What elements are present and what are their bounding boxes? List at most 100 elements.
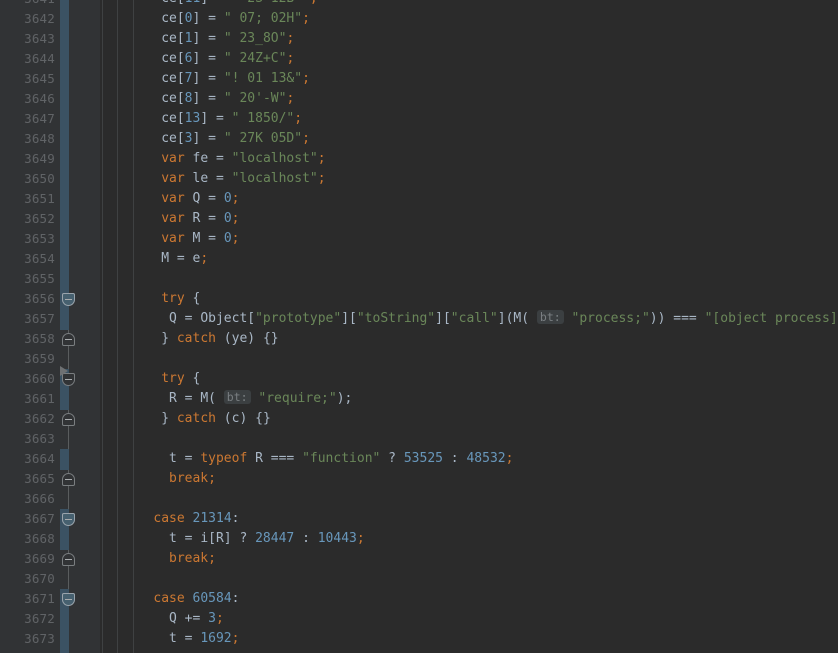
- line-number[interactable]: 3661: [0, 389, 55, 409]
- code-token-semi: ;: [317, 171, 326, 186]
- code-token-op: ===: [673, 311, 705, 326]
- line-number[interactable]: 3652: [0, 209, 55, 229]
- code-line[interactable]: var R = 0;: [161, 209, 239, 229]
- fold-toggle-icon[interactable]: [62, 553, 75, 566]
- code-token-num: 3: [208, 611, 216, 626]
- code-line[interactable]: ce[0] = " 07; 02H";: [161, 9, 310, 29]
- code-line[interactable]: t = 1692;: [169, 629, 239, 649]
- editor-gutter[interactable]: 3641364236433644364536463647364836493650…: [0, 0, 100, 653]
- line-number[interactable]: 3649: [0, 149, 55, 169]
- code-line[interactable]: var Q = 0;: [161, 189, 239, 209]
- code-line[interactable]: ce[1] = " 23_8O";: [161, 29, 294, 49]
- code-line[interactable]: M = e;: [161, 249, 208, 269]
- code-token-punct: ]: [435, 311, 443, 326]
- line-number[interactable]: 3654: [0, 249, 55, 269]
- line-number[interactable]: 3655: [0, 269, 55, 289]
- code-token-kw: var: [161, 151, 185, 166]
- code-line[interactable]: ce[11] = " 2S 12B ";: [161, 0, 318, 9]
- code-line[interactable]: var fe = "localhost";: [161, 149, 325, 169]
- fold-toggle-icon[interactable]: [62, 473, 75, 486]
- fold-toggle-icon[interactable]: [62, 513, 75, 526]
- line-number[interactable]: 3658: [0, 329, 55, 349]
- code-line[interactable]: Q += 3;: [169, 609, 224, 629]
- code-line[interactable]: R = M( bt: "require;");: [169, 389, 352, 409]
- code-text-area[interactable]: ce[11] = " 2S 12B ";ce[0] = " 07; 02H";c…: [100, 0, 838, 653]
- line-number[interactable]: 3648: [0, 129, 55, 149]
- fold-toggle-icon[interactable]: [62, 293, 75, 306]
- code-folding-strip[interactable]: [55, 0, 81, 653]
- code-editor[interactable]: 3641364236433644364536463647364836493650…: [0, 0, 838, 653]
- code-token-kw: var: [161, 171, 185, 186]
- code-line[interactable]: ce[13] = " 1850/";: [161, 109, 302, 129]
- code-line[interactable]: t = typeof R === "function" ? 53525 : 48…: [169, 449, 513, 469]
- code-token-punct: [: [247, 311, 256, 326]
- line-number[interactable]: 3670: [0, 569, 55, 589]
- code-token-op: =: [200, 131, 224, 146]
- code-token-str: " 2S 12B ": [232, 0, 310, 6]
- line-number[interactable]: 3669: [0, 549, 55, 569]
- line-number[interactable]: 3646: [0, 89, 55, 109]
- indent-guide: [133, 0, 134, 653]
- line-number[interactable]: 3650: [0, 169, 55, 189]
- code-token-ident: t: [169, 631, 185, 646]
- line-number[interactable]: 3651: [0, 189, 55, 209]
- code-line[interactable]: break;: [169, 469, 216, 489]
- code-line[interactable]: try {: [161, 289, 200, 309]
- line-number[interactable]: 3659: [0, 349, 55, 369]
- line-number[interactable]: 3656: [0, 289, 55, 309]
- code-line[interactable]: ce[6] = " 24Z+C";: [161, 49, 294, 69]
- code-line[interactable]: t = i[R] ? 28447 : 10443;: [169, 529, 365, 549]
- fold-region-highlight[interactable]: [60, 0, 69, 290]
- code-token-semi: ;: [231, 191, 240, 206]
- fold-toggle-icon[interactable]: [62, 413, 75, 426]
- code-line[interactable]: ce[8] = " 20'-W";: [161, 89, 294, 109]
- line-number[interactable]: 3665: [0, 469, 55, 489]
- code-line[interactable]: } catch (ye) {}: [161, 329, 278, 349]
- code-line[interactable]: } catch (c) {}: [161, 409, 271, 429]
- line-number[interactable]: 3643: [0, 29, 55, 49]
- code-line[interactable]: Q = Object["prototype"]["toString"]["cal…: [169, 309, 838, 329]
- code-line[interactable]: var le = "localhost";: [161, 169, 325, 189]
- code-line[interactable]: var M = 0;: [161, 229, 239, 249]
- code-token-str: "localhost": [231, 151, 318, 166]
- inlay-parameter-hint[interactable]: bt:: [223, 390, 251, 404]
- code-line[interactable]: case 60584:: [153, 589, 239, 609]
- line-number[interactable]: 3667: [0, 509, 55, 529]
- code-token-semi: ;: [231, 631, 240, 646]
- code-token-op: =: [200, 31, 224, 46]
- code-line[interactable]: try {: [161, 369, 200, 389]
- line-number[interactable]: 3666: [0, 489, 55, 509]
- code-token-punct: }: [161, 331, 177, 346]
- code-line[interactable]: case 21314:: [153, 509, 239, 529]
- code-token-semi: ;: [286, 51, 295, 66]
- line-number[interactable]: 3657: [0, 309, 55, 329]
- line-number[interactable]: 3662: [0, 409, 55, 429]
- line-number[interactable]: 3664: [0, 449, 55, 469]
- code-token-ident: ce: [161, 111, 177, 126]
- code-token-str: " 1850/": [231, 111, 295, 126]
- line-number[interactable]: 3660: [0, 369, 55, 389]
- code-line[interactable]: ce[3] = " 27K 05D";: [161, 129, 310, 149]
- code-line[interactable]: break;: [169, 549, 216, 569]
- line-number[interactable]: 3671: [0, 589, 55, 609]
- line-number[interactable]: 3642: [0, 9, 55, 29]
- fold-region-highlight[interactable]: [60, 449, 69, 470]
- run-arrow-icon[interactable]: [60, 366, 68, 376]
- line-number[interactable]: 3668: [0, 529, 55, 549]
- code-token-op: =: [200, 11, 224, 26]
- line-number[interactable]: 3647: [0, 109, 55, 129]
- line-number[interactable]: 3641: [0, 0, 55, 9]
- line-number[interactable]: 3672: [0, 609, 55, 629]
- line-number[interactable]: 3645: [0, 69, 55, 89]
- code-token-semi: ;: [302, 131, 310, 146]
- line-number[interactable]: 3663: [0, 429, 55, 449]
- fold-toggle-icon[interactable]: [62, 333, 75, 346]
- fold-toggle-icon[interactable]: [62, 593, 75, 606]
- line-number[interactable]: 3644: [0, 49, 55, 69]
- code-token-ident: le: [184, 171, 216, 186]
- code-line[interactable]: ce[7] = "! 01 13&";: [161, 69, 310, 89]
- inlay-parameter-hint[interactable]: bt:: [536, 310, 564, 324]
- line-number[interactable]: 3673: [0, 629, 55, 649]
- code-token-op: :: [294, 531, 318, 546]
- line-number[interactable]: 3653: [0, 229, 55, 249]
